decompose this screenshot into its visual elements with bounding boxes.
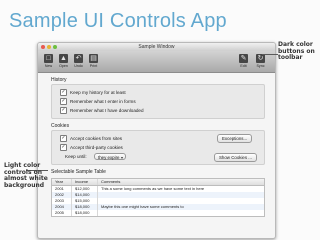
column-header-year[interactable]: Year bbox=[52, 179, 72, 185]
slide-title: Sample UI Controls App bbox=[9, 10, 227, 32]
toolbar-open-button[interactable]: ▲ Open bbox=[57, 52, 70, 71]
keep-until-value: they expire bbox=[98, 155, 120, 160]
toolbar-print-button[interactable]: ▤ Print bbox=[87, 52, 100, 71]
cookies-heading: Cookies bbox=[51, 123, 70, 129]
history-option-label: Remember what I have downloaded bbox=[70, 108, 144, 113]
annotation-dark-toolbar: Dark color buttons on toolbar bbox=[278, 41, 315, 62]
exceptions-button[interactable]: Exceptions... bbox=[217, 134, 253, 143]
toolbar-new-label: New bbox=[44, 64, 53, 68]
checkbox-checked-icon[interactable]: ✓ bbox=[60, 89, 67, 96]
cookies-option-accept[interactable]: ✓ Accept cookies from sites bbox=[60, 135, 122, 142]
annotation-light-controls: Light color controls on almost white bac… bbox=[4, 162, 48, 189]
table-header: Year Income Comments bbox=[52, 179, 264, 186]
undo-icon: ↶ bbox=[74, 54, 83, 63]
column-header-comments[interactable]: Comments bbox=[98, 179, 264, 185]
right-note-pointer bbox=[262, 54, 278, 55]
history-option-label: Remember what I enter in forms bbox=[70, 99, 136, 104]
window-title: Sample Window bbox=[138, 44, 175, 50]
chevron-down-icon: ▾ bbox=[120, 155, 123, 160]
history-option-label: Keep my history for at least bbox=[70, 90, 126, 95]
history-option-2[interactable]: ✓ Remember what I enter in forms bbox=[60, 98, 136, 105]
cell-income: $18,000 bbox=[72, 210, 98, 216]
history-option-1[interactable]: ✓ Keep my history for at least bbox=[60, 89, 126, 96]
toolbar-sync-label: Sync bbox=[256, 64, 265, 68]
cookies-box: ✓ Accept cookies from sites ✓ Accept thi… bbox=[51, 130, 265, 165]
table-heading: Selectable Sample Table bbox=[51, 169, 106, 175]
toolbar-edit-label: Edit bbox=[240, 64, 247, 68]
history-box: ✓ Keep my history for at least ✓ Remembe… bbox=[51, 84, 265, 119]
new-file-icon: □ bbox=[44, 54, 53, 63]
pencil-icon: ✎ bbox=[239, 54, 248, 63]
toolbar-new-button[interactable]: □ New bbox=[42, 52, 55, 71]
cookies-option-label: Accept third-party cookies bbox=[70, 145, 123, 150]
sync-icon: ↻ bbox=[256, 54, 265, 63]
window-toolbar: □ New ▲ Open ↶ Undo ▤ Print ✎ Edit ↻ Syn… bbox=[38, 51, 275, 73]
window-titlebar: Sample Window bbox=[38, 43, 275, 51]
checkbox-checked-icon[interactable]: ✓ bbox=[60, 98, 67, 105]
print-icon: ▤ bbox=[89, 54, 98, 63]
table-row[interactable]: 2005 $18,000 bbox=[52, 210, 264, 216]
column-header-income[interactable]: Income bbox=[72, 179, 98, 185]
cookies-option-label: Accept cookies from sites bbox=[70, 136, 123, 141]
checkbox-checked-icon[interactable]: ✓ bbox=[60, 107, 67, 114]
keep-until-label: Keep until: bbox=[65, 154, 87, 159]
folder-icon: ▲ bbox=[59, 54, 68, 63]
sample-window: Sample Window □ New ▲ Open ↶ Undo ▤ Prin… bbox=[37, 42, 276, 239]
sample-table[interactable]: Year Income Comments 2001 $12,000 This a… bbox=[51, 178, 265, 217]
cell-year: 2005 bbox=[52, 210, 72, 216]
cookies-option-third-party[interactable]: ✓ Accept third-party cookies bbox=[60, 144, 123, 151]
toolbar-edit-button[interactable]: ✎ Edit bbox=[237, 52, 250, 71]
toolbar-undo-label: Undo bbox=[74, 64, 83, 68]
show-cookies-button[interactable]: Show Cookies ... bbox=[214, 153, 257, 162]
toolbar-undo-button[interactable]: ↶ Undo bbox=[72, 52, 85, 71]
toolbar-open-label: Open bbox=[59, 64, 68, 68]
checkbox-checked-icon[interactable]: ✓ bbox=[60, 135, 67, 142]
cell-comments bbox=[98, 210, 264, 216]
checkbox-checked-icon[interactable]: ✓ bbox=[60, 144, 67, 151]
keep-until-select[interactable]: they expire ▾ bbox=[94, 153, 126, 160]
history-option-3[interactable]: ✓ Remember what I have downloaded bbox=[60, 107, 144, 114]
history-heading: History bbox=[51, 77, 67, 83]
toolbar-print-label: Print bbox=[89, 64, 98, 68]
